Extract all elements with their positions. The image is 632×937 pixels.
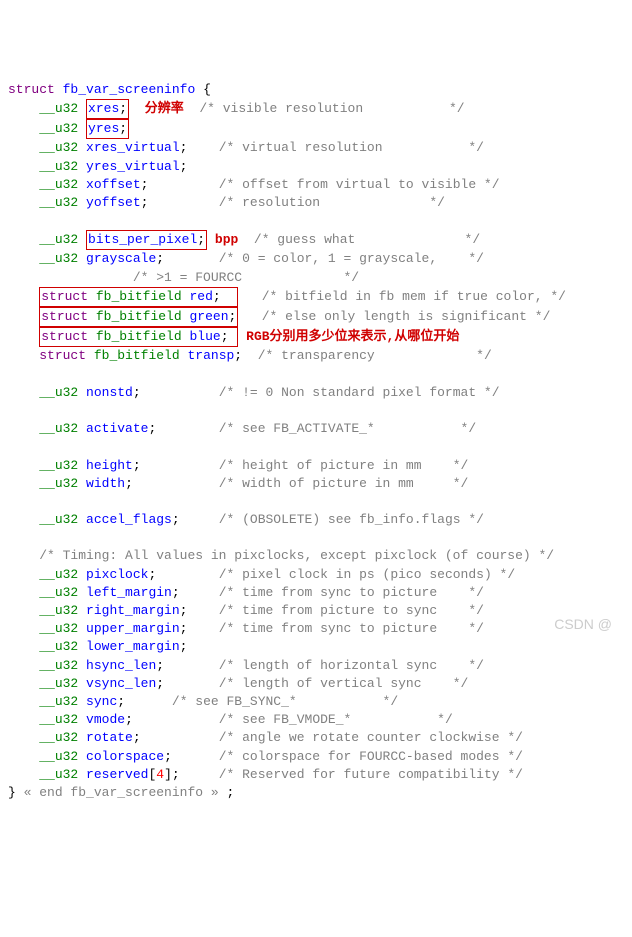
box-xres: xres; xyxy=(86,99,129,119)
code-block: struct fb_var_screeninfo { __u32 xres; 分… xyxy=(8,81,624,802)
anno-bpp: bpp xyxy=(215,232,238,247)
type-u32: __u32 xyxy=(39,101,78,116)
watermark: CSDN @ xyxy=(554,615,612,635)
box-bpp: bits_per_pixel; xyxy=(86,230,207,250)
end-comment: « end fb_var_screeninfo » xyxy=(24,785,219,800)
anno-resolution: 分辨率 xyxy=(145,101,184,116)
box-rgb: struct fb_bitfield red; xyxy=(39,287,238,307)
box-yres: yres; xyxy=(86,119,129,139)
comment-timing: /* Timing: All values in pixclocks, exce… xyxy=(39,548,554,563)
anno-rgb: RGB分别用多少位来表示,从哪位开始 xyxy=(246,329,459,344)
comment: /* visible resolution */ xyxy=(199,101,464,116)
keyword-struct: struct xyxy=(8,82,55,97)
struct-name: fb_var_screeninfo xyxy=(63,82,196,97)
